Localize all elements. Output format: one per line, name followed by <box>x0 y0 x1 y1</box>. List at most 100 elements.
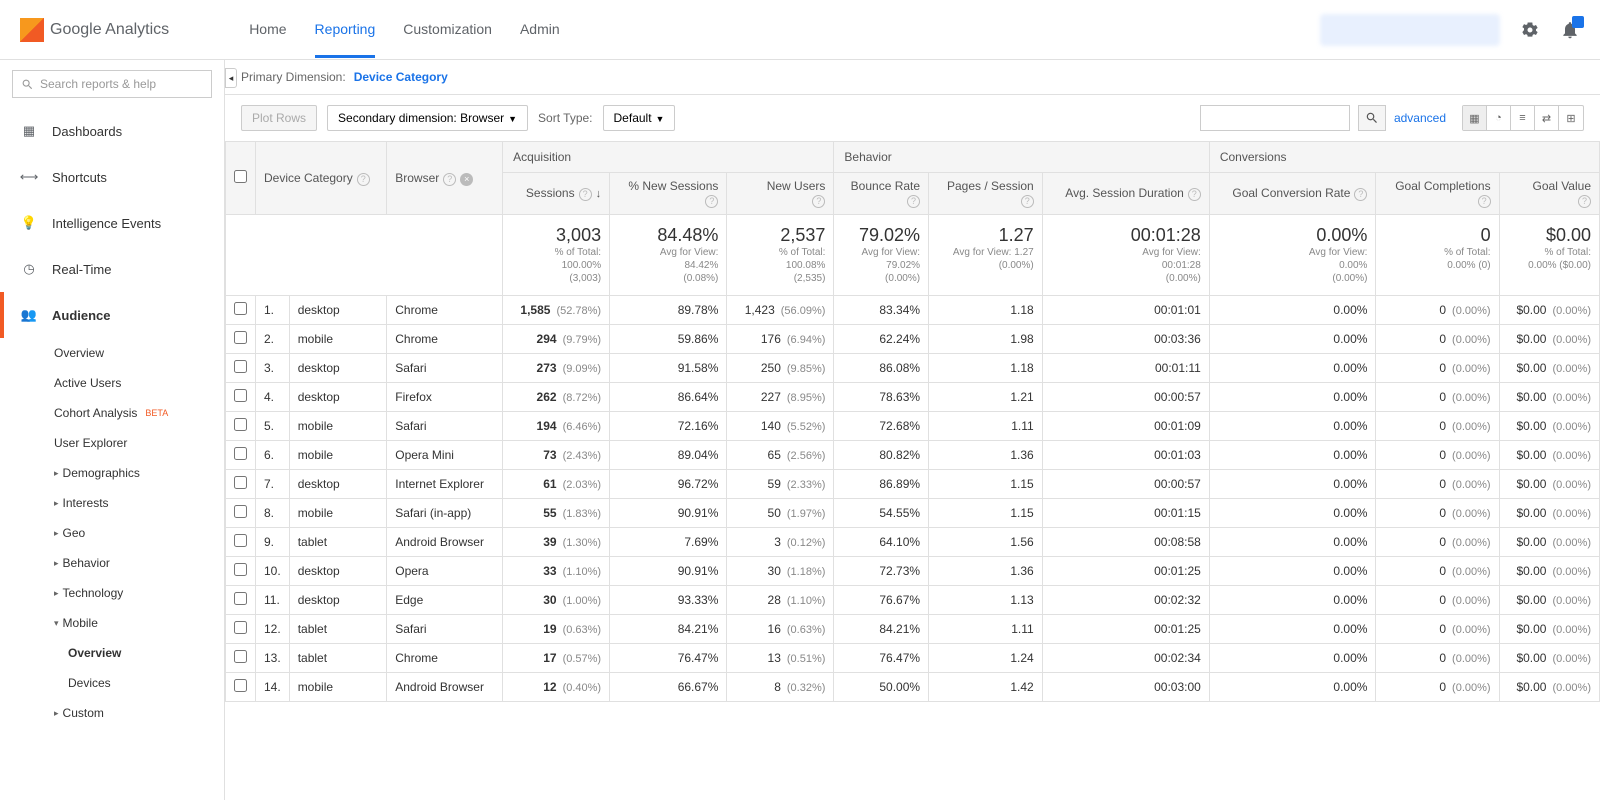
browser-cell[interactable]: Edge <box>387 586 503 615</box>
topnav-reporting[interactable]: Reporting <box>315 1 376 58</box>
table-row[interactable]: 7.desktopInternet Explorer61(2.03%)96.72… <box>226 470 1600 499</box>
device-cell[interactable]: mobile <box>289 325 387 354</box>
browser-cell[interactable]: Opera <box>387 557 503 586</box>
account-selector[interactable] <box>1320 14 1500 46</box>
subnav-custom[interactable]: ▸Custom <box>54 698 224 728</box>
subnav-interests[interactable]: ▸Interests <box>54 488 224 518</box>
subnav-mobile[interactable]: ▾Mobile <box>54 608 224 638</box>
browser-cell[interactable]: Firefox <box>387 383 503 412</box>
view-pivot-icon[interactable]: ⊞ <box>1559 106 1583 130</box>
help-icon[interactable]: ? <box>705 195 718 208</box>
help-icon[interactable]: ? <box>1354 188 1367 201</box>
device-cell[interactable]: mobile <box>289 441 387 470</box>
sidebar-item-audience[interactable]: 👥Audience <box>0 292 224 338</box>
help-icon[interactable]: ? <box>907 195 920 208</box>
browser-cell[interactable]: Safari (in-app) <box>387 499 503 528</box>
table-row[interactable]: 1.desktopChrome1,585(52.78%)89.78%1,423(… <box>226 296 1600 325</box>
sessions-header[interactable]: Sessions?↓ <box>503 173 610 215</box>
table-row[interactable]: 3.desktopSafari273(9.09%)91.58%250(9.85%… <box>226 354 1600 383</box>
row-checkbox[interactable] <box>234 621 247 634</box>
device-cell[interactable]: desktop <box>289 296 387 325</box>
view-pie-icon[interactable]: ◔ <box>1487 106 1511 130</box>
row-checkbox[interactable] <box>234 331 247 344</box>
goal-value-header[interactable]: Goal Value? <box>1499 173 1599 215</box>
browser-cell[interactable]: Android Browser <box>387 528 503 557</box>
device-cell[interactable]: mobile <box>289 499 387 528</box>
table-row[interactable]: 13.tabletChrome17(0.57%)76.47%13(0.51%)7… <box>226 644 1600 673</box>
device-cell[interactable]: mobile <box>289 673 387 702</box>
table-row[interactable]: 6.mobileOpera Mini73(2.43%)89.04%65(2.56… <box>226 441 1600 470</box>
row-checkbox[interactable] <box>234 302 247 315</box>
help-icon[interactable]: ? <box>1578 195 1591 208</box>
logo[interactable]: Google Analytics <box>20 18 169 42</box>
row-checkbox[interactable] <box>234 389 247 402</box>
advanced-link[interactable]: advanced <box>1394 111 1446 125</box>
subnav-behavior[interactable]: ▸Behavior <box>54 548 224 578</box>
device-cell[interactable]: desktop <box>289 470 387 499</box>
secondary-dimension-selector[interactable]: Secondary dimension: Browser▼ <box>327 105 528 131</box>
browser-cell[interactable]: Internet Explorer <box>387 470 503 499</box>
browser-cell[interactable]: Chrome <box>387 296 503 325</box>
sort-type-selector[interactable]: Default▼ <box>603 105 676 131</box>
table-row[interactable]: 11.desktopEdge30(1.00%)93.33%28(1.10%)76… <box>226 586 1600 615</box>
row-checkbox[interactable] <box>234 505 247 518</box>
subsubnav-devices[interactable]: Devices <box>68 668 224 698</box>
browser-cell[interactable]: Chrome <box>387 325 503 354</box>
table-row[interactable]: 10.desktopOpera33(1.10%)90.91%30(1.18%)7… <box>226 557 1600 586</box>
pages-per-session-header[interactable]: Pages / Session? <box>929 173 1043 215</box>
browser-cell[interactable]: Android Browser <box>387 673 503 702</box>
device-cell[interactable]: tablet <box>289 528 387 557</box>
browser-cell[interactable]: Safari <box>387 354 503 383</box>
table-row[interactable]: 2.mobileChrome294(9.79%)59.86%176(6.94%)… <box>226 325 1600 354</box>
collapse-sidebar-handle[interactable]: ◂ <box>225 68 237 88</box>
goal-conversion-rate-header[interactable]: Goal Conversion Rate? <box>1209 173 1376 215</box>
row-checkbox[interactable] <box>234 679 247 692</box>
row-checkbox[interactable] <box>234 563 247 576</box>
help-icon[interactable]: ? <box>1188 188 1201 201</box>
new-users-header[interactable]: New Users? <box>727 173 834 215</box>
table-row[interactable]: 14.mobileAndroid Browser12(0.40%)66.67%8… <box>226 673 1600 702</box>
subnav-active-users[interactable]: Active Users <box>54 368 224 398</box>
sidebar-item-dashboards[interactable]: ▦Dashboards <box>0 108 224 154</box>
device-cell[interactable]: tablet <box>289 615 387 644</box>
remove-secondary-dim-icon[interactable]: × <box>460 173 473 186</box>
device-cell[interactable]: desktop <box>289 557 387 586</box>
subnav-technology[interactable]: ▸Technology <box>54 578 224 608</box>
subnav-geo[interactable]: ▸Geo <box>54 518 224 548</box>
table-row[interactable]: 5.mobileSafari194(6.46%)72.16%140(5.52%)… <box>226 412 1600 441</box>
help-icon[interactable]: ? <box>357 173 370 186</box>
avg-session-duration-header[interactable]: Avg. Session Duration? <box>1042 173 1209 215</box>
subnav-overview[interactable]: Overview <box>54 338 224 368</box>
search-reports-input[interactable]: Search reports & help <box>12 70 212 98</box>
table-row[interactable]: 12.tabletSafari19(0.63%)84.21%16(0.63%)8… <box>226 615 1600 644</box>
topnav-home[interactable]: Home <box>249 1 286 58</box>
table-search-button[interactable] <box>1358 105 1386 131</box>
row-checkbox[interactable] <box>234 476 247 489</box>
device-cell[interactable]: mobile <box>289 412 387 441</box>
help-icon[interactable]: ? <box>1478 195 1491 208</box>
browser-cell[interactable]: Safari <box>387 412 503 441</box>
view-bar-icon[interactable]: ≡ <box>1511 106 1535 130</box>
help-icon[interactable]: ? <box>812 195 825 208</box>
row-checkbox[interactable] <box>234 360 247 373</box>
device-cell[interactable]: tablet <box>289 644 387 673</box>
browser-header[interactable]: Browser?× <box>387 142 503 215</box>
device-cell[interactable]: desktop <box>289 586 387 615</box>
help-icon[interactable]: ? <box>443 173 456 186</box>
goal-completions-header[interactable]: Goal Completions? <box>1376 173 1499 215</box>
primary-dimension-value[interactable]: Device Category <box>354 70 448 84</box>
help-icon[interactable]: ? <box>1021 195 1034 208</box>
table-search-input[interactable] <box>1200 105 1350 131</box>
sidebar-item-real-time[interactable]: ◷Real-Time <box>0 246 224 292</box>
notifications-icon[interactable] <box>1560 20 1580 40</box>
bounce-rate-header[interactable]: Bounce Rate? <box>834 173 929 215</box>
topnav-admin[interactable]: Admin <box>520 1 560 58</box>
plot-rows-button[interactable]: Plot Rows <box>241 105 317 131</box>
help-icon[interactable]: ? <box>579 188 592 201</box>
row-checkbox[interactable] <box>234 447 247 460</box>
device-cell[interactable]: desktop <box>289 354 387 383</box>
pct-new-sessions-header[interactable]: % New Sessions? <box>610 173 727 215</box>
subnav-user-explorer[interactable]: User Explorer <box>54 428 224 458</box>
subnav-cohort-analysis[interactable]: Cohort AnalysisBETA <box>54 398 224 428</box>
device-category-header[interactable]: Device Category? <box>256 142 387 215</box>
